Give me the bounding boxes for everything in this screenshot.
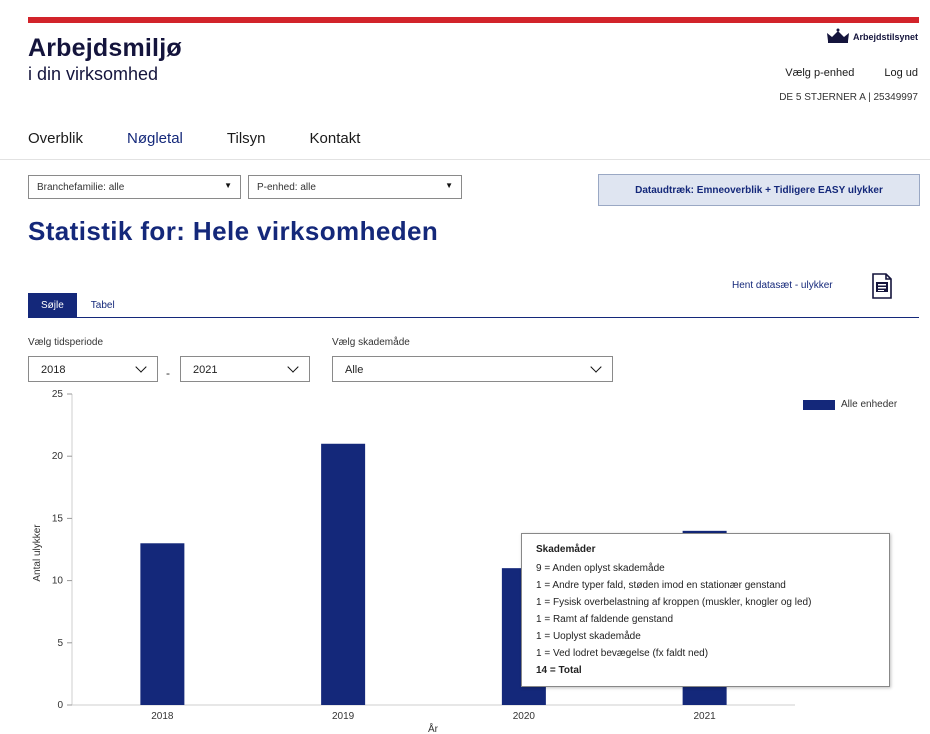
y-tick-label: 20: [52, 451, 64, 462]
tooltip-line: 1 = Ved lodret bevægelse (fx faldt ned): [536, 648, 709, 659]
period-from-value: 2018: [41, 364, 66, 376]
nav-item-overblik[interactable]: Overblik: [28, 130, 83, 147]
period-from-select[interactable]: 2018: [28, 356, 158, 382]
nav-item-tilsyn[interactable]: Tilsyn: [227, 130, 266, 147]
tooltip-title: Skademåder: [536, 544, 596, 555]
period-to-select[interactable]: 2021: [180, 356, 310, 382]
chevron-down-icon: [135, 361, 147, 373]
caret-down-icon: ▼: [445, 181, 453, 190]
damage-mode-tooltip: Skademåder 9 = Anden oplyst skademåde 1 …: [521, 533, 890, 687]
damage-mode-label: Vælg skademåde: [332, 337, 410, 348]
x-tick-label: 2019: [332, 711, 355, 722]
y-tick-label: 5: [57, 638, 63, 649]
download-dataset-link[interactable]: Hent datasæt - ulykker: [732, 280, 833, 291]
x-axis-label: År: [428, 722, 439, 734]
logout-link[interactable]: Log ud: [884, 67, 918, 79]
choose-unit-link[interactable]: Vælg p-enhed: [785, 67, 854, 79]
caret-down-icon: ▼: [224, 181, 232, 190]
crown-icon: [826, 28, 849, 43]
y-tick-label: 25: [52, 389, 64, 400]
period-separator: -: [166, 366, 170, 380]
nav-item-noegletal[interactable]: Nøgletal: [127, 130, 183, 147]
nav-item-kontakt[interactable]: Kontakt: [310, 130, 361, 147]
nav-divider: [0, 159, 930, 160]
x-tick-label: 2018: [151, 711, 174, 722]
brand-logo[interactable]: Arbejdstilsynet: [825, 28, 918, 44]
tooltip-total: 14 = Total: [536, 665, 582, 676]
brand-accent-bar: [28, 17, 919, 23]
damage-mode-value: Alle: [345, 364, 364, 376]
branch-select[interactable]: Branchefamilie: alle ▼: [28, 175, 241, 199]
tooltip-line: 1 = Ramt af faldende genstand: [536, 614, 674, 625]
bar-2018[interactable]: [140, 543, 185, 705]
tab-table[interactable]: Tabel: [77, 293, 128, 318]
legend-label: Alle enheder: [841, 399, 898, 410]
view-tabs: Søjle Tabel: [28, 293, 128, 318]
chevron-down-icon: [590, 361, 602, 373]
y-tick-label: 0: [57, 700, 63, 711]
y-axis-label: Antal ulykker: [32, 524, 43, 582]
y-tick-label: 10: [52, 576, 64, 587]
chart-legend[interactable]: Alle enheder: [803, 399, 897, 410]
bar-2019[interactable]: [321, 443, 366, 705]
tooltip-line: 1 = Fysisk overbelastning af kroppen (mu…: [536, 597, 812, 608]
tab-underline: [28, 317, 919, 318]
damage-mode-select[interactable]: Alle: [332, 356, 613, 382]
x-tick-label: 2021: [694, 711, 717, 722]
branch-select-value: Branchefamilie: alle: [37, 182, 125, 193]
unit-select-value: P-enhed: alle: [257, 182, 316, 193]
company-info: DE 5 STJERNER A | 25349997: [779, 92, 918, 103]
tooltip-line: 9 = Anden oplyst skademåde: [536, 563, 665, 574]
data-extract-button[interactable]: Dataudtræk: Emneoverblik + Tidligere EAS…: [598, 174, 920, 206]
page-title: Statistik for: Hele virksomheden: [28, 216, 439, 246]
tooltip-line: 1 = Andre typer fald, støden imod en sta…: [536, 580, 786, 591]
brand-name: Arbejdstilsynet: [852, 32, 918, 42]
unit-select[interactable]: P-enhed: alle ▼: [248, 175, 462, 199]
x-tick-label: 2020: [513, 711, 536, 722]
user-links: Vælg p-enhed Log ud: [785, 67, 918, 79]
chevron-down-icon: [287, 361, 299, 373]
tooltip-line: 1 = Uoplyst skademåde: [536, 631, 641, 642]
period-label: Vælg tidsperiode: [28, 337, 104, 348]
site-title[interactable]: Arbejdsmiljø: [28, 34, 182, 63]
document-download-icon[interactable]: [871, 273, 893, 299]
main-nav: Overblik Nøgletal Tilsyn Kontakt: [28, 130, 360, 147]
tab-bar-chart[interactable]: Søjle: [28, 293, 77, 318]
y-tick-label: 15: [52, 513, 64, 524]
period-to-value: 2021: [193, 364, 218, 376]
legend-swatch: [803, 399, 835, 410]
site-subtitle: i din virksomhed: [28, 64, 159, 84]
